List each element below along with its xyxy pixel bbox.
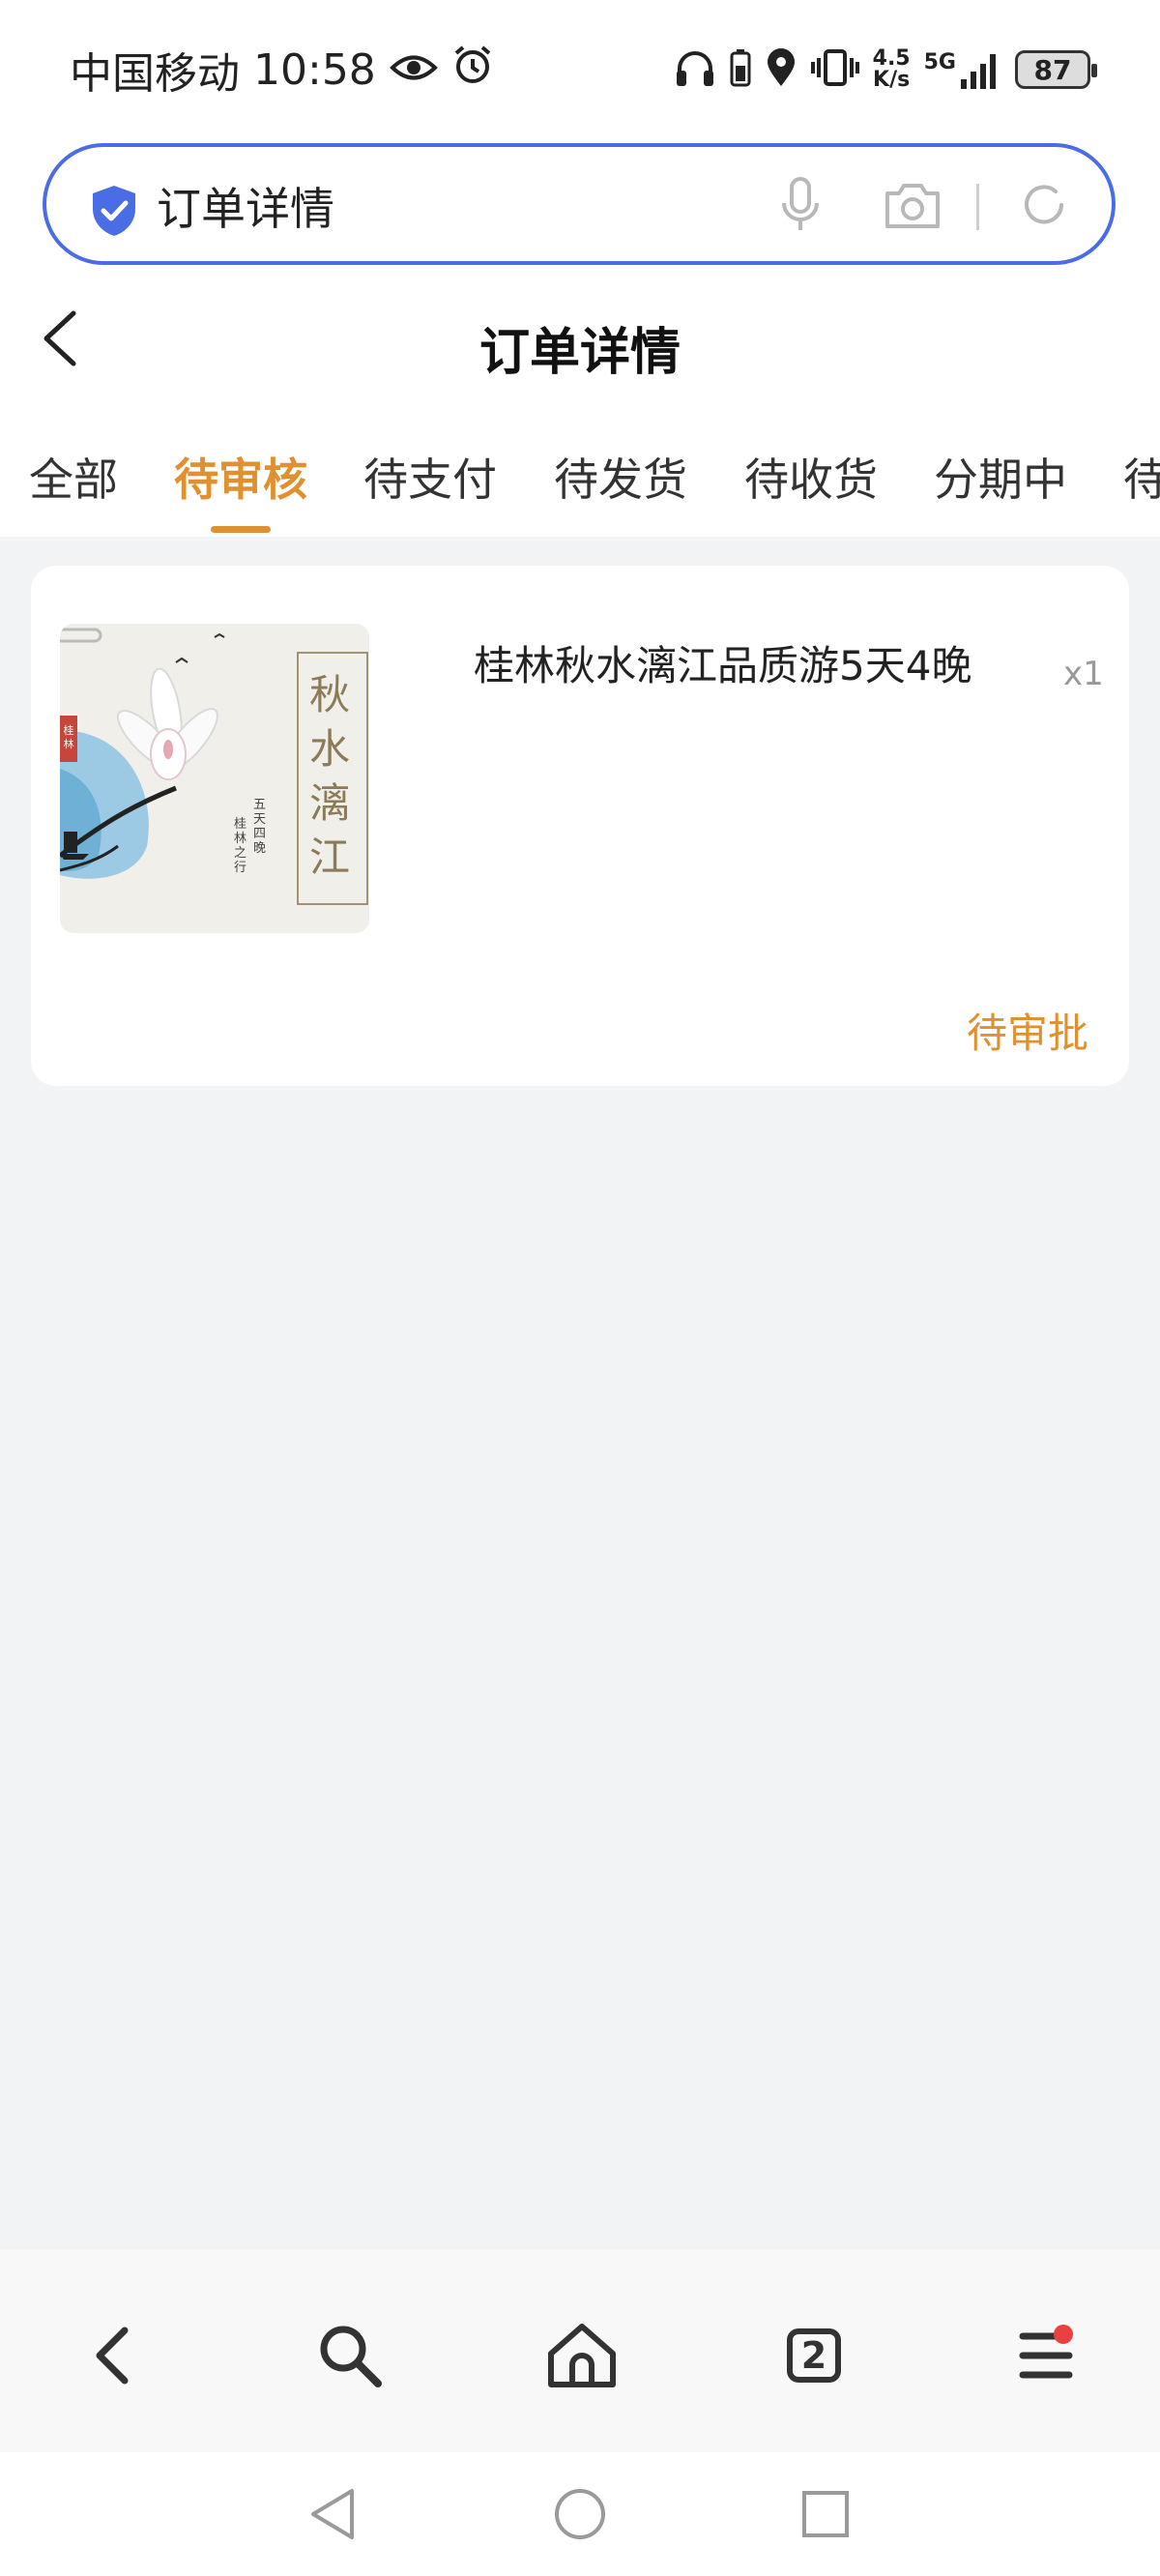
thumbnail-subtitle-1: 五天四晚: [253, 798, 267, 856]
small-battery-icon: [730, 48, 751, 91]
page-title: 订单详情: [478, 324, 681, 382]
thumbnail-subtitle-2: 桂林之行: [234, 817, 247, 875]
shield-check-icon: [89, 184, 139, 242]
network-type: 5G: [923, 50, 956, 74]
system-home-icon[interactable]: [553, 2487, 607, 2545]
search-icon: [320, 2326, 382, 2387]
network-speed: 4.5 K/s: [873, 48, 911, 91]
refresh-icon[interactable]: [1019, 180, 1069, 234]
tab-pending-review[interactable]: 待审核: [174, 445, 307, 509]
browser-bottom-toolbar: 2: [0, 2249, 1160, 2452]
address-bar-divider: [976, 184, 979, 230]
status-bar-left: 中国移动 10:58: [70, 41, 494, 99]
alarm-icon: [451, 44, 494, 97]
location-icon: [765, 47, 798, 92]
tab-installment[interactable]: 分期中: [934, 445, 1067, 509]
product-thumbnail[interactable]: 桂林 秋水漓江 五天四晚 桂林之行: [60, 624, 369, 933]
microphone-icon[interactable]: [779, 176, 822, 238]
order-card[interactable]: 桂林 秋水漓江 五天四晚 桂林之行 桂林秋水漓江品质游5天4晚 x1 待审批: [31, 566, 1129, 1086]
carrier-label: 中国移动: [70, 49, 240, 99]
tab-count-badge: 2: [787, 2328, 841, 2383]
system-back-icon[interactable]: [307, 2487, 358, 2545]
browser-search-button[interactable]: [302, 2307, 398, 2404]
home-icon: [548, 2324, 616, 2387]
vibrate-icon: [810, 48, 859, 91]
tab-pending-shipment[interactable]: 待发货: [554, 445, 687, 509]
signal-5g: 5G: [924, 50, 1001, 89]
browser-address-bar[interactable]: 订单详情: [43, 143, 1116, 265]
battery-level: 87: [1033, 53, 1072, 86]
camera-icon[interactable]: [884, 180, 942, 234]
tab-pending-payment[interactable]: 待支付: [363, 445, 497, 509]
status-bar-right: 4.5 K/s 5G 87: [674, 41, 1097, 99]
clock: 10:58: [253, 44, 376, 95]
browser-home-button[interactable]: [534, 2307, 630, 2404]
tab-more[interactable]: 待: [1123, 445, 1160, 509]
net-speed-value: 4.5: [872, 46, 911, 71]
tab-pending-receipt[interactable]: 待收货: [744, 445, 878, 509]
net-speed-unit: K/s: [873, 68, 911, 92]
order-status-tabs: 全部 待审核 待支付 待发货 待收货 分期中 待: [0, 435, 1160, 532]
order-status-label: 待审批: [966, 1010, 1088, 1057]
thumbnail-seal: 桂林: [63, 724, 74, 750]
product-quantity: x1: [1063, 655, 1104, 693]
headphones-icon: [674, 47, 716, 92]
system-recents-icon[interactable]: [800, 2489, 851, 2543]
browser-menu-button[interactable]: [998, 2307, 1094, 2404]
product-name[interactable]: 桂林秋水漓江品质游5天4晚: [474, 633, 972, 692]
active-tab-indicator: [211, 526, 271, 533]
eye-icon: [389, 45, 438, 95]
system-navigation-bar: [0, 2452, 1160, 2576]
tab-all[interactable]: 全部: [29, 445, 118, 509]
notification-dot: [1054, 2325, 1073, 2344]
signal-icon: [961, 54, 996, 89]
thumbnail-title: 秋水漓江: [309, 671, 351, 881]
chevron-left-icon: [96, 2327, 129, 2385]
browser-tabs-button[interactable]: 2: [766, 2307, 862, 2404]
battery-indicator: 87: [1015, 50, 1097, 89]
address-text[interactable]: 订单详情: [157, 174, 334, 238]
browser-back-button[interactable]: [66, 2307, 162, 2404]
